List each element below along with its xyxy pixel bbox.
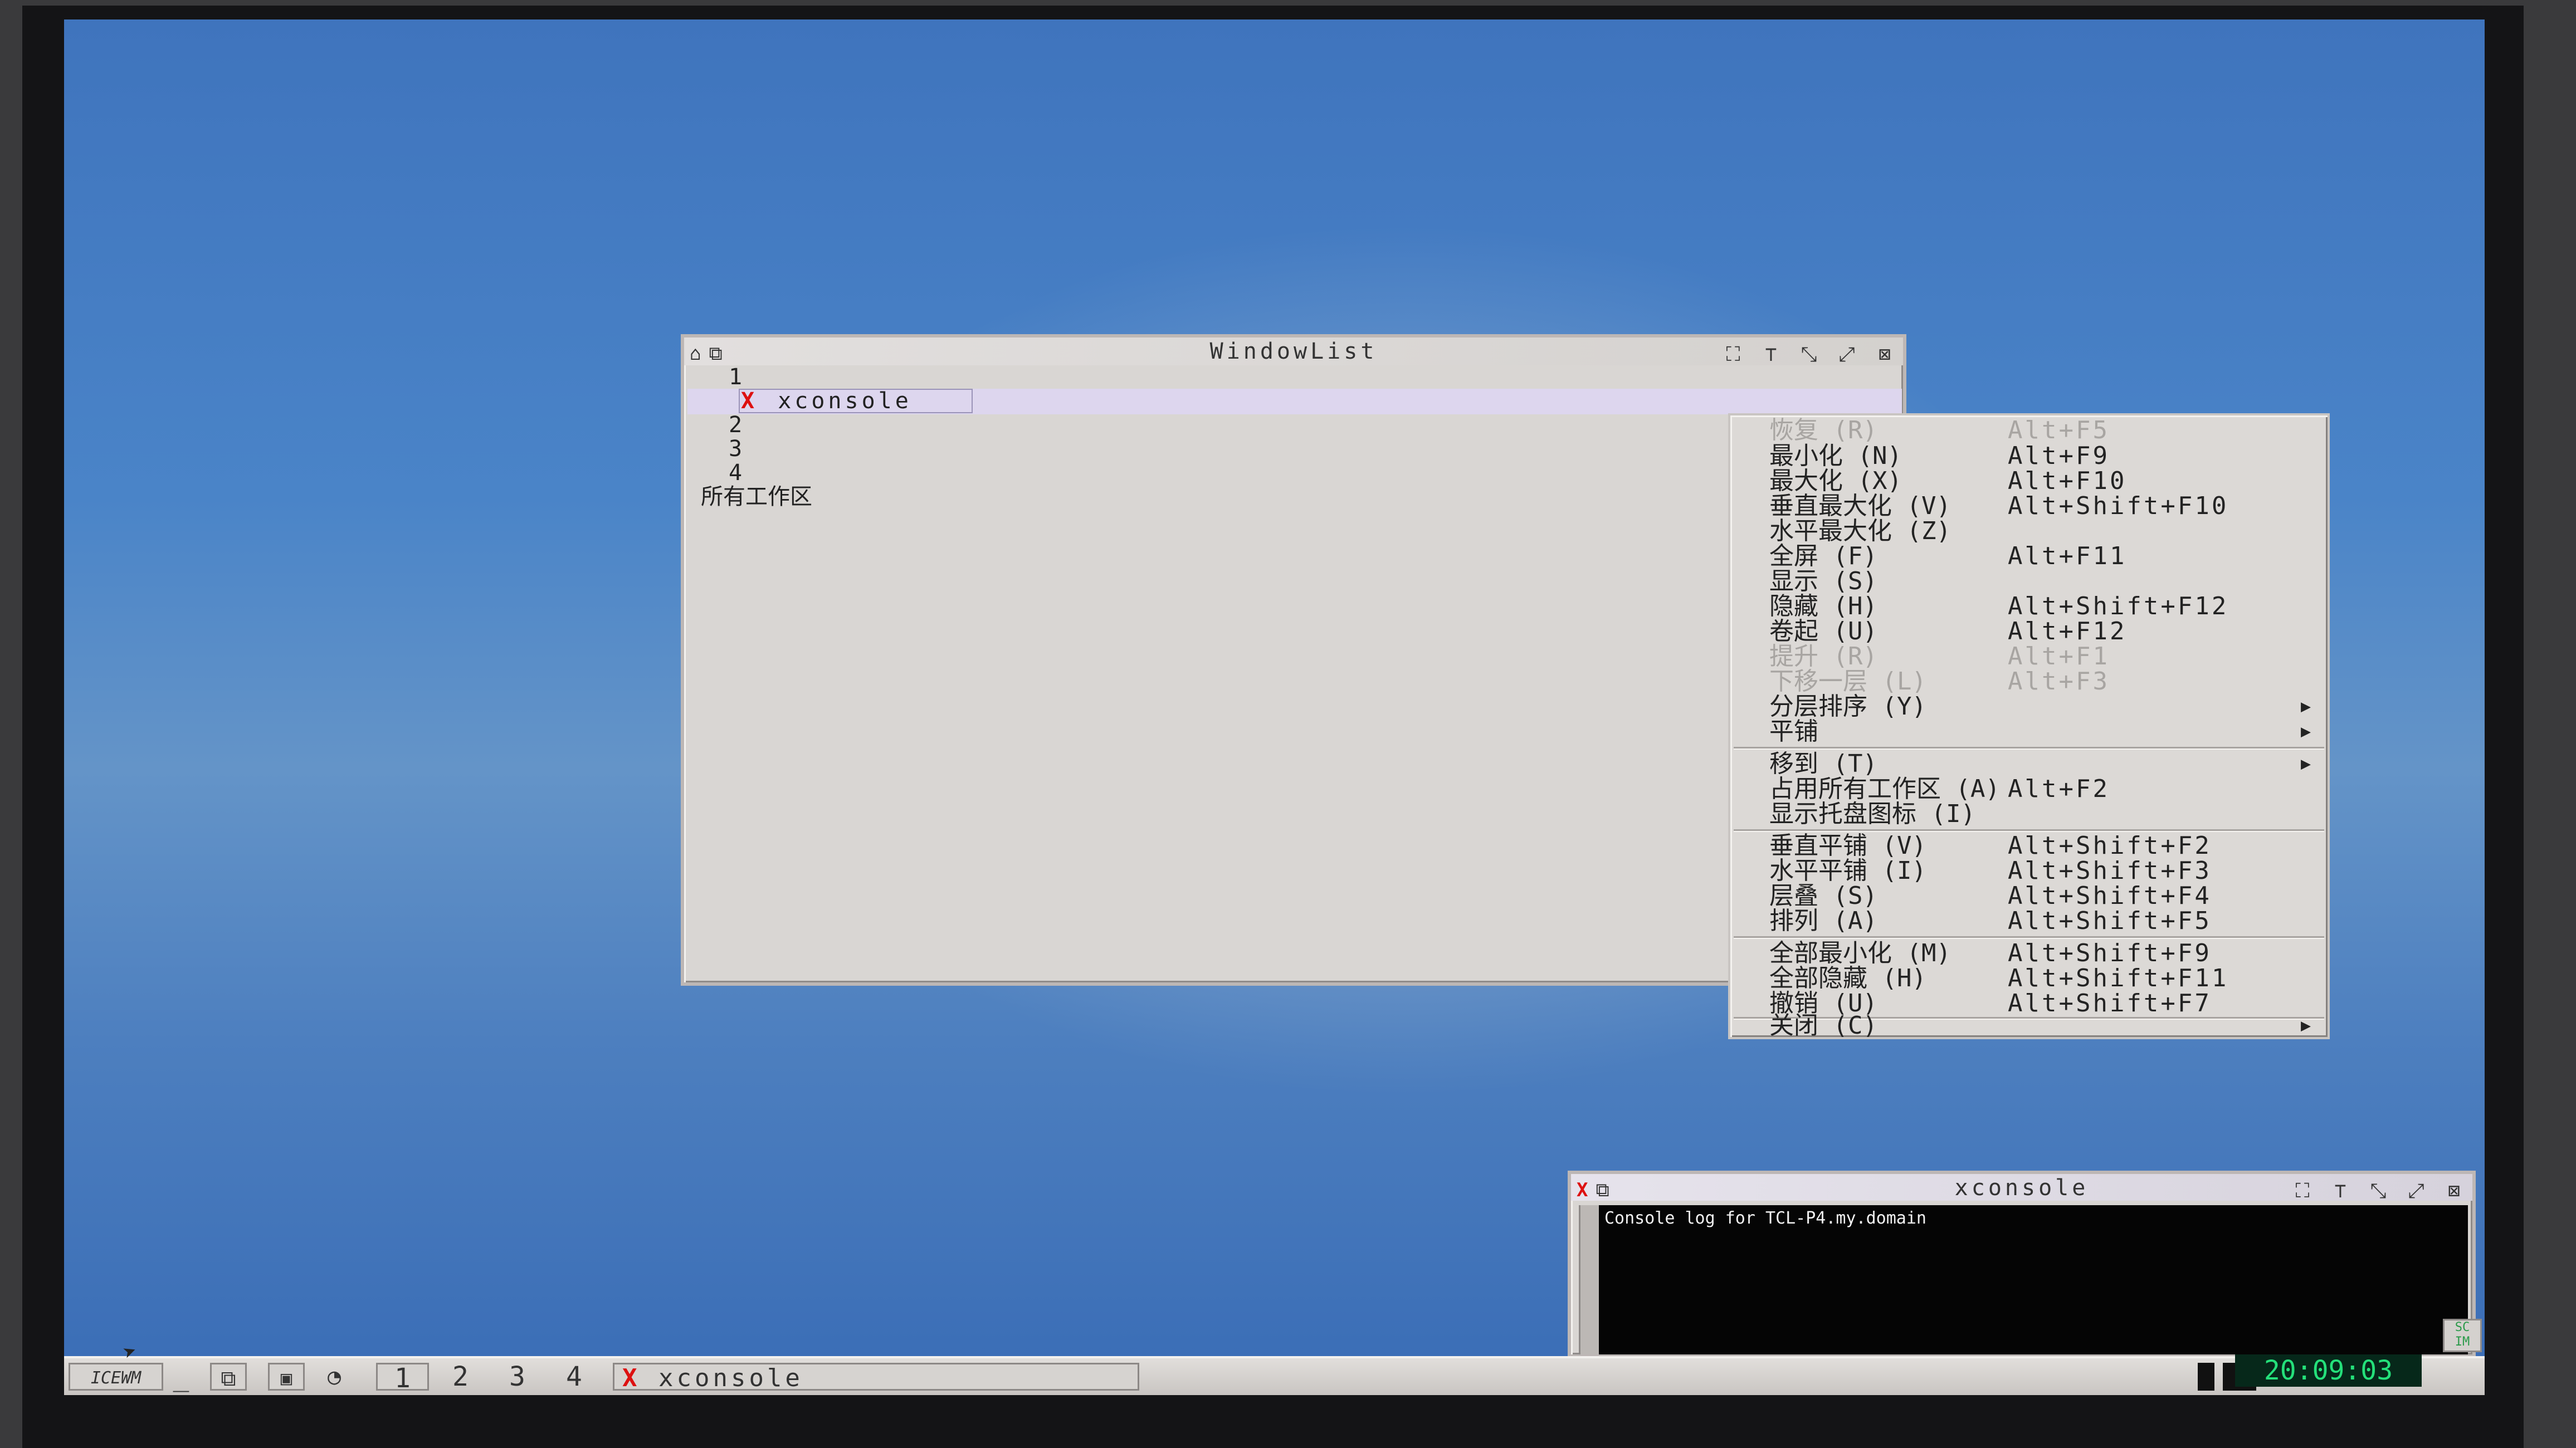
workspace-item-3[interactable]: 3 [695,437,912,461]
workspace-button-2[interactable]: 2 [434,1363,487,1391]
menu-item-maximize[interactable]: 最大化 (X) Alt+F10 [1769,468,2311,494]
menu-item-minimize-all[interactable]: 全部最小化 (M) Alt+Shift+F9 [1769,941,2311,966]
window-context-menu: 恢复 (R) Alt+F5 最小化 (N) Alt+F9 最大化 (X) Alt+F1… [1728,413,2330,1040]
window-item-label: xconsole [778,388,912,414]
workspace-button-4[interactable]: 4 [548,1363,601,1391]
submenu-arrow-icon: ▶ [2300,722,2311,741]
menu-item-lower[interactable]: 下移一层 (L) Alt+F3 [1769,669,2311,694]
menu-item-rollup[interactable]: 卷起 (U) Alt+F12 [1769,619,2311,644]
submenu-arrow-icon: ▶ [2300,697,2311,716]
close-icon[interactable]: ⊠ [2442,1177,2466,1205]
menu-item-cascade[interactable]: 层叠 (S) Alt+Shift+F4 [1769,883,2311,909]
fullscreen-icon[interactable]: ⛶ [2291,1177,2314,1205]
task-button-label: xconsole [658,1364,803,1392]
menu-item-move-to[interactable]: 移到 (T) ▶ [1769,751,2311,777]
input-method-icon[interactable]: SC IM [2443,1319,2482,1352]
menu-item-tray-icon[interactable]: 显示托盘图标 (I) [1769,801,2311,827]
start-menu-icon[interactable]: ICEWM [69,1363,163,1391]
maximize-icon[interactable]: ⤢ [2404,1177,2428,1205]
minimize-icon[interactable]: ⤡ [2367,1177,2390,1205]
menu-item-fullscreen[interactable]: 全屏 (F) Alt+F11 [1769,544,2311,569]
x-app-icon: X [622,1364,641,1392]
submenu-arrow-icon: ▶ [2300,754,2311,774]
maximize-icon[interactable]: ⤢ [1835,341,1858,369]
menu-item-layer[interactable]: 分层排序 (Y) ▶ [1769,694,2311,720]
taskbar: ICEWM _ ⧉ ▣ ◔ 1 2 3 4 X xconsole ✉ [64,1356,2485,1395]
menu-item-tile-horizontal[interactable]: 水平平铺 (I) Alt+Shift+F3 [1769,858,2311,884]
x-app-icon: X [741,388,755,414]
workspace-button-3[interactable]: 3 [491,1363,544,1391]
workspace-item-2[interactable]: 2 [695,413,912,437]
clock[interactable]: 20:09:03 [2235,1354,2422,1387]
all-workspaces-item[interactable]: 所有工作区 [695,485,912,509]
menu-item-tile[interactable]: 平铺 ▶ [1769,719,2311,745]
layer-icon[interactable]: ⊤ [2329,1177,2352,1205]
workspace-item-1[interactable]: 1 [695,365,912,389]
network-monitor-icon[interactable] [2198,1363,2214,1391]
xconsole-scrollbar[interactable] [1579,1205,1599,1354]
menu-item-minimize[interactable]: 最小化 (N) Alt+F9 [1769,443,2311,469]
menu-item-show[interactable]: 显示 (S) [1769,569,2311,594]
cpu-monitor-icon[interactable]: ◔ [316,1363,353,1391]
menu-item-restore[interactable]: 恢复 (R) Alt+F5 [1769,418,2311,443]
window-list-icon[interactable]: ⧉ [210,1363,247,1391]
workspace-item-4[interactable]: 4 [695,461,912,485]
menu-item-tile-vertical[interactable]: 垂直平铺 (V) Alt+Shift+F2 [1769,833,2311,859]
menu-item-all-workspaces[interactable]: 占用所有工作区 (A) Alt+F2 [1769,776,2311,802]
window-item-xconsole[interactable]: X xconsole [695,389,912,413]
terminal-icon[interactable]: ▣ [268,1363,305,1391]
xconsole-log: Console log for TCL-P4.my.domain [1599,1205,2468,1354]
fullscreen-icon[interactable]: ⛶ [1721,341,1745,369]
xconsole-log-line: Console log for TCL-P4.my.domain [1604,1209,1926,1228]
workspace-button-1[interactable]: 1 [376,1363,429,1392]
menu-item-raise[interactable]: 提升 (R) Alt+F1 [1769,644,2311,669]
xconsole-window: X ⧉ xconsole ⛶ ⊤ ⤡ ⤢ ⊠ Console log for T… [1568,1171,2476,1358]
xconsole-titlebar[interactable]: X ⧉ xconsole ⛶ ⊤ ⤡ ⤢ ⊠ [1571,1174,2472,1202]
menu-item-maximize-vertical[interactable]: 垂直最大化 (V) Alt+Shift+F10 [1769,493,2311,519]
minimize-icon[interactable]: ⤡ [1797,341,1821,369]
menu-item-arrange[interactable]: 排列 (A) Alt+Shift+F5 [1769,908,2311,934]
show-desktop-icon[interactable]: _ [167,1363,195,1391]
input-method-label: SC IM [2455,1320,2470,1349]
windowlist-title: WindowList [1209,339,1378,364]
windowlist-window: ⌂ ⧉ WindowList ⛶ ⊤ ⤡ ⤢ ⊠ 1 X xconsole 2 … [681,334,1906,986]
window-list: 1 X xconsole 2 3 4 所有工作区 [695,365,912,509]
menu-item-maximize-horizontal[interactable]: 水平最大化 (Z) [1769,518,2311,544]
windowlist-titlebar[interactable]: ⌂ ⧉ WindowList ⛶ ⊤ ⤡ ⤢ ⊠ [684,337,1903,366]
task-button-xconsole[interactable]: X xconsole [613,1363,1139,1392]
layer-icon[interactable]: ⊤ [1759,341,1783,369]
submenu-arrow-icon: ▶ [2300,1016,2311,1035]
close-icon[interactable]: ⊠ [1873,341,1896,369]
menu-item-hide-all[interactable]: 全部隐藏 (H) Alt+Shift+F11 [1769,966,2311,991]
menu-item-close[interactable]: 关闭 (C) ▶ [1769,1008,2311,1040]
menu-item-hide[interactable]: 隐藏 (H) Alt+Shift+F12 [1769,594,2311,619]
